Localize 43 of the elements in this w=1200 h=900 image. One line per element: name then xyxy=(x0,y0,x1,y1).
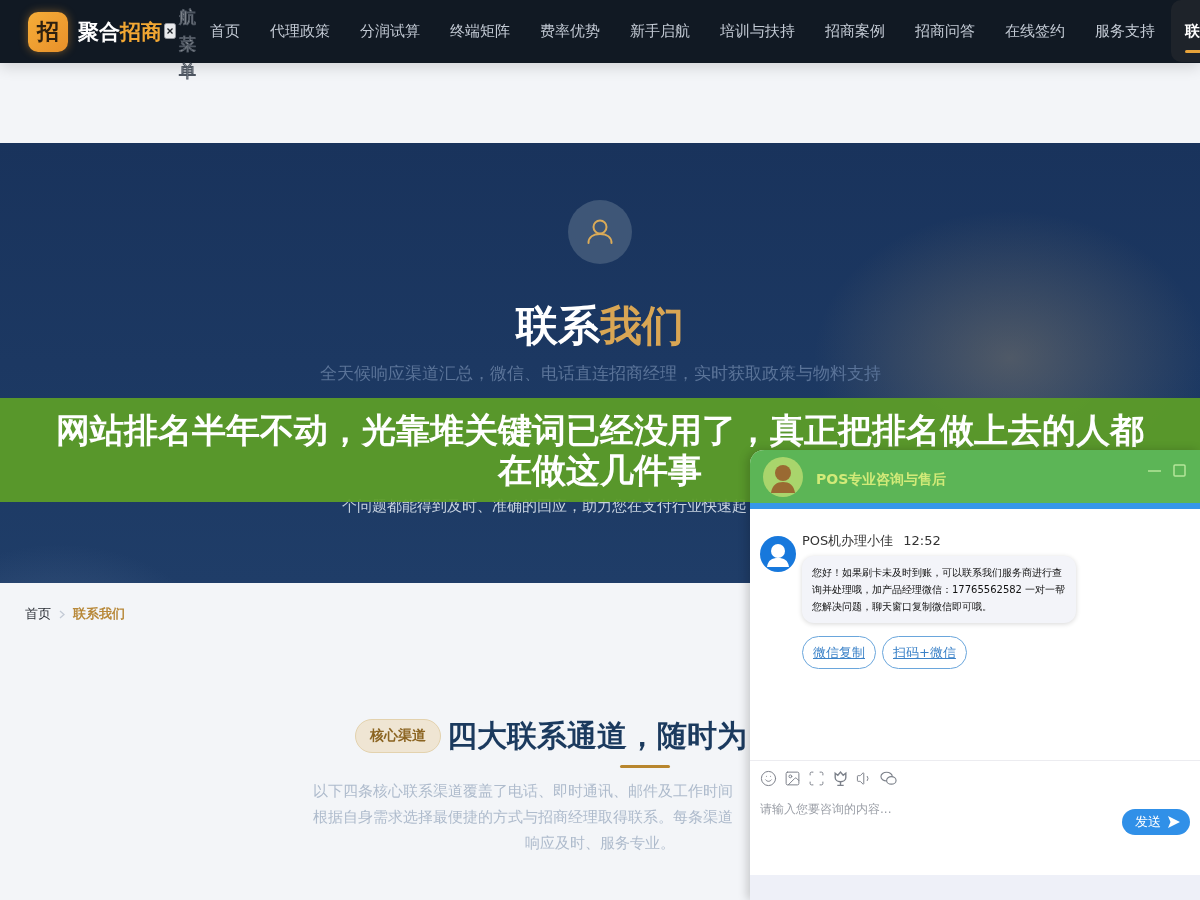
hero-text: 个问题都能得到及时、准确的回应，助力您在支付行业快速起 xyxy=(342,496,747,517)
message-input[interactable]: 请输入您要咨询的内容... xyxy=(760,800,1122,870)
headline: 在做这几件事 xyxy=(498,450,702,490)
section-description: 响应及时、服务专业。 xyxy=(525,833,675,854)
logo-badge[interactable]: 招 xyxy=(28,11,68,52)
nav-tab[interactable]: 费率优势 xyxy=(526,0,614,62)
tulip-icon[interactable] xyxy=(832,769,849,787)
nav-tab[interactable]: 新手启航 xyxy=(616,0,704,62)
chat-bubbles-icon[interactable] xyxy=(880,769,897,787)
section-badge: 核心渠道 xyxy=(355,719,441,753)
nav-tab[interactable]: 招商案例 xyxy=(811,0,899,62)
fullscreen-icon[interactable] xyxy=(808,769,825,787)
chevron-icon xyxy=(59,609,65,619)
send-icon xyxy=(1167,815,1181,829)
nav-tab[interactable]: 招商问答 xyxy=(901,0,989,62)
sender-name: POS机办理小佳 xyxy=(802,533,894,549)
close-icon[interactable] xyxy=(164,22,176,39)
breadcrumb-link[interactable]: 首页 xyxy=(25,605,51,623)
nav-tab[interactable]: 代理政策 xyxy=(256,0,344,62)
emoji-icon[interactable] xyxy=(760,769,777,787)
nav-tab[interactable]: 服务支持 xyxy=(1081,0,1169,62)
message-time: 12:52 xyxy=(903,533,941,549)
message-bubble: 您好！如果刷卡未及时到账，可以联系我们服务商进行查询并处理哦，加产品经理微信：17765562582 一对一帮您解决问题，聊天窗口复制微信即可哦。 xyxy=(802,556,1076,623)
page-title: 联系我们 xyxy=(516,302,684,350)
menu-label[interactable]: 航菜单 xyxy=(179,4,196,85)
avatar-icon xyxy=(763,456,803,497)
section-description: 根据自身需求选择最便捷的方式与招商经理取得联系。每条渠道 xyxy=(313,807,733,828)
brand-name[interactable]: 聚合招商 xyxy=(78,17,162,46)
image-icon[interactable] xyxy=(784,769,801,787)
headline: 网站排名半年不动，光靠堆关键词已经没用了，真正把排名做上去的人都 xyxy=(56,410,1144,450)
maximize-icon[interactable] xyxy=(1173,464,1186,477)
quick-reply-button[interactable]: 扫码+微信 xyxy=(882,636,967,669)
user-icon xyxy=(568,200,632,264)
section-description: 以下四条核心联系渠道覆盖了电话、即时通讯、邮件及工作时间 xyxy=(313,781,733,802)
nav-tab[interactable]: 首页 xyxy=(196,0,254,62)
quick-reply-button[interactable]: 微信复制 xyxy=(802,636,876,669)
nav-tab[interactable]: 在线签约 xyxy=(991,0,1079,62)
avatar-icon xyxy=(760,536,796,572)
nav-tab[interactable]: 分润试算 xyxy=(346,0,434,62)
nav-tab[interactable]: 培训与扶持 xyxy=(706,0,809,62)
nav-tab[interactable]: 终端矩阵 xyxy=(436,0,524,62)
section-title: 四大联系通道，随时为 xyxy=(447,718,747,754)
chat-title: POS专业咨询与售后 xyxy=(816,470,947,489)
